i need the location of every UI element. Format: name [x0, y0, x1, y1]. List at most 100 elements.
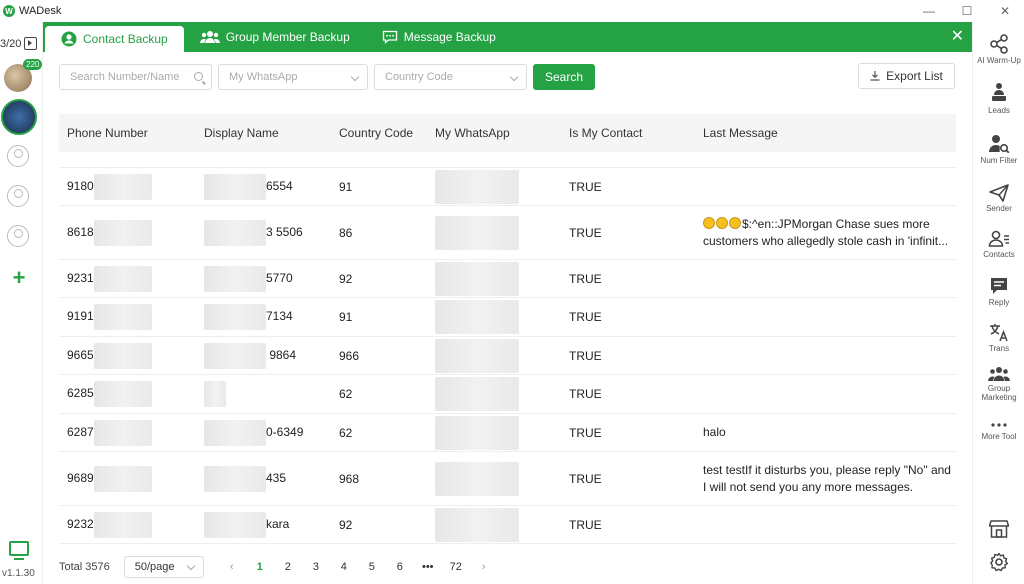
empty-account-slot-icon[interactable]: [7, 225, 29, 247]
app-logo-icon: W: [3, 5, 15, 17]
tab-group-member-backup[interactable]: Group Member Backup: [184, 22, 366, 52]
monitor-icon[interactable]: [9, 541, 29, 560]
page-button[interactable]: 2: [274, 561, 302, 573]
minimize-button[interactable]: —: [910, 0, 948, 22]
page-size-value: 50/page: [134, 561, 175, 573]
store-icon[interactable]: [988, 520, 1010, 543]
redacted-block: [204, 381, 226, 407]
redacted-block: [93, 381, 152, 407]
redacted-block: [204, 511, 266, 538]
group-icon: [199, 31, 220, 43]
collapse-rail-icon[interactable]: [24, 37, 37, 50]
empty-account-slot-icon[interactable]: [7, 185, 29, 207]
prev-page-button[interactable]: ‹: [218, 561, 246, 573]
table-row[interactable]: 9231 5770 92 TRUE: [59, 260, 956, 298]
my-whatsapp-cell: [427, 300, 561, 334]
name-cell: 9864: [196, 342, 331, 369]
redacted-block: [204, 465, 266, 492]
tab-bar: Contact Backup Group Member Backup Messa…: [43, 22, 972, 52]
table-row[interactable]: 6285 62 TRUE: [59, 375, 956, 414]
column-header[interactable]: Is My Contact: [561, 126, 695, 140]
maximize-button[interactable]: ☐: [948, 0, 986, 22]
country-code-cell: 91: [339, 179, 353, 194]
export-list-button[interactable]: Export List: [858, 63, 955, 89]
close-window-button[interactable]: ✕: [986, 0, 1024, 22]
page-button[interactable]: 5: [358, 561, 386, 573]
tab-message-backup[interactable]: Message Backup: [366, 22, 512, 52]
next-page-button[interactable]: ›: [470, 561, 498, 573]
message-icon: [382, 30, 397, 44]
paper-plane-icon: [989, 184, 1009, 202]
country-code-select[interactable]: Country Code: [374, 64, 527, 90]
table-row[interactable]: 9689 435 968 TRUE test testIf it disturb…: [59, 452, 956, 506]
column-header[interactable]: Last Message: [695, 125, 956, 142]
table-row[interactable]: 9232 kara 92 TRUE: [59, 506, 956, 544]
phone-cell: 9231: [59, 265, 196, 292]
search-button[interactable]: Search: [533, 64, 595, 90]
redacted-block: [93, 219, 152, 246]
page-button[interactable]: 72: [442, 561, 470, 573]
page-button[interactable]: 1: [246, 561, 274, 573]
country-code-cell: 92: [339, 271, 353, 286]
redacted-block: [93, 265, 152, 292]
tool-reply[interactable]: Reply: [973, 276, 1024, 307]
add-account-icon[interactable]: +: [7, 265, 31, 290]
app-version: v1.1.30: [2, 568, 35, 579]
country-code-cell: 968: [339, 471, 360, 486]
table-row[interactable]: 8618 3 5506 86 TRUE $:^en::JPMorgan Chas…: [59, 206, 956, 260]
last-message-cell: halo: [703, 425, 726, 439]
redacted-block: [435, 415, 519, 450]
emoji-icon: [716, 216, 728, 229]
tab-label: Message Backup: [403, 30, 496, 44]
tool-sender[interactable]: Sender: [973, 184, 1024, 213]
empty-account-slot-icon[interactable]: [7, 145, 29, 167]
page-button[interactable]: 3: [302, 561, 330, 573]
page-ellipsis[interactable]: •••: [414, 561, 442, 573]
backup-panel: Contact Backup Group Member Backup Messa…: [43, 22, 972, 584]
page-button[interactable]: 4: [330, 561, 358, 573]
tool-trans[interactable]: Trans: [973, 322, 1024, 353]
last-message-cell: $:^en::JPMorgan Chase sues more customer…: [703, 216, 949, 248]
name-cell: 7134: [196, 304, 331, 330]
my-whatsapp-cell: [427, 415, 561, 450]
is-contact-cell: TRUE: [569, 225, 602, 240]
tool-group-marketing[interactable]: Group Marketing: [973, 366, 1024, 402]
column-header[interactable]: My WhatsApp: [427, 126, 561, 140]
country-code-cell: 966: [339, 348, 360, 363]
account-avatar-active[interactable]: [1, 99, 37, 135]
emoji-icon: [729, 216, 741, 229]
my-whatsapp-cell: [427, 215, 561, 250]
tool-leads[interactable]: Leads: [973, 82, 1024, 115]
close-panel-icon[interactable]: ✕: [951, 29, 964, 45]
tool-contacts[interactable]: Contacts: [973, 230, 1024, 259]
search-input[interactable]: [70, 71, 201, 83]
name-cell: 3 5506: [196, 219, 331, 246]
country-code-cell: 86: [339, 225, 353, 240]
redacted-block: [204, 265, 266, 292]
table-row[interactable]: 6287 0-6349 62 TRUE halo: [59, 414, 956, 452]
redacted-block: [435, 461, 519, 496]
chevron-down-icon: [350, 72, 360, 82]
table-row[interactable]: 9665 9864 966 TRUE: [59, 337, 956, 375]
redacted-block: [204, 419, 266, 446]
redacted-block: [435, 169, 519, 204]
tool-rail: AI Warm-Up Leads Num Filter Sender Conta…: [972, 22, 1024, 584]
tab-contact-backup[interactable]: Contact Backup: [45, 26, 184, 52]
table-row[interactable]: 9191 7134 91 TRUE: [59, 298, 956, 337]
is-contact-cell: TRUE: [569, 271, 602, 286]
column-header[interactable]: Phone Number: [59, 126, 196, 140]
page-size-select[interactable]: 50/page: [123, 556, 204, 578]
tool-num-filter[interactable]: Num Filter: [973, 134, 1024, 165]
redacted-block: [93, 419, 152, 446]
page-button[interactable]: 6: [386, 561, 414, 573]
column-header[interactable]: Country Code: [331, 126, 427, 140]
table-row[interactable]: 9180 6554 91 TRUE: [59, 168, 956, 206]
settings-gear-icon[interactable]: [989, 552, 1009, 577]
name-cell: 6554: [196, 173, 331, 200]
tool-ai-warm-up[interactable]: AI Warm-Up: [973, 34, 1024, 65]
phone-cell: 6287: [59, 419, 196, 446]
download-icon: [870, 71, 880, 81]
tool-more[interactable]: More Tool: [973, 420, 1024, 441]
my-whatsapp-select[interactable]: My WhatsApp: [218, 64, 368, 90]
column-header[interactable]: Display Name: [196, 126, 331, 140]
